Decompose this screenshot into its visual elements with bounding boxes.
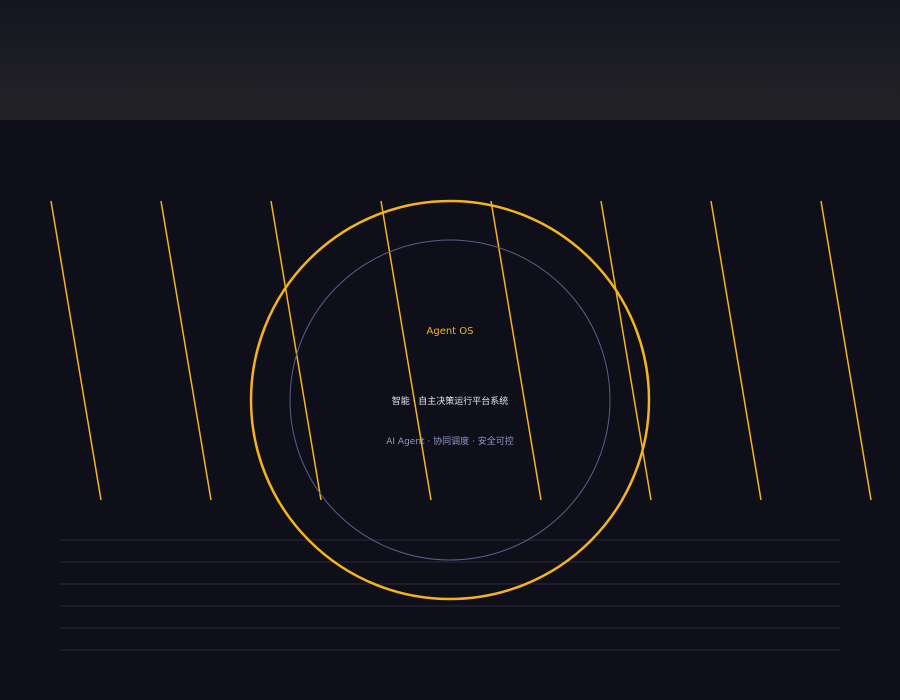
diagonal-stroke <box>50 200 102 501</box>
diagonal-stroke <box>820 200 872 501</box>
brand-tagline: 智能 · 自主决策运行平台系统 <box>392 395 509 407</box>
poster-canvas: Agent OS 智能 · 自主决策运行平台系统 AI Agent · 协同调度… <box>0 0 900 700</box>
brand-subtitle: AI Agent · 协同调度 · 安全可控 <box>386 435 513 447</box>
diagonal-stroke <box>160 200 212 501</box>
diagonal-strokes <box>50 200 872 501</box>
artwork: Agent OS 智能 · 自主决策运行平台系统 AI Agent · 协同调度… <box>50 199 872 651</box>
brand-name: Agent OS <box>427 326 474 337</box>
diagonal-stroke <box>270 200 322 501</box>
diagonal-stroke <box>490 200 542 501</box>
horizontal-rules <box>60 539 840 651</box>
diagonal-stroke <box>710 200 762 501</box>
